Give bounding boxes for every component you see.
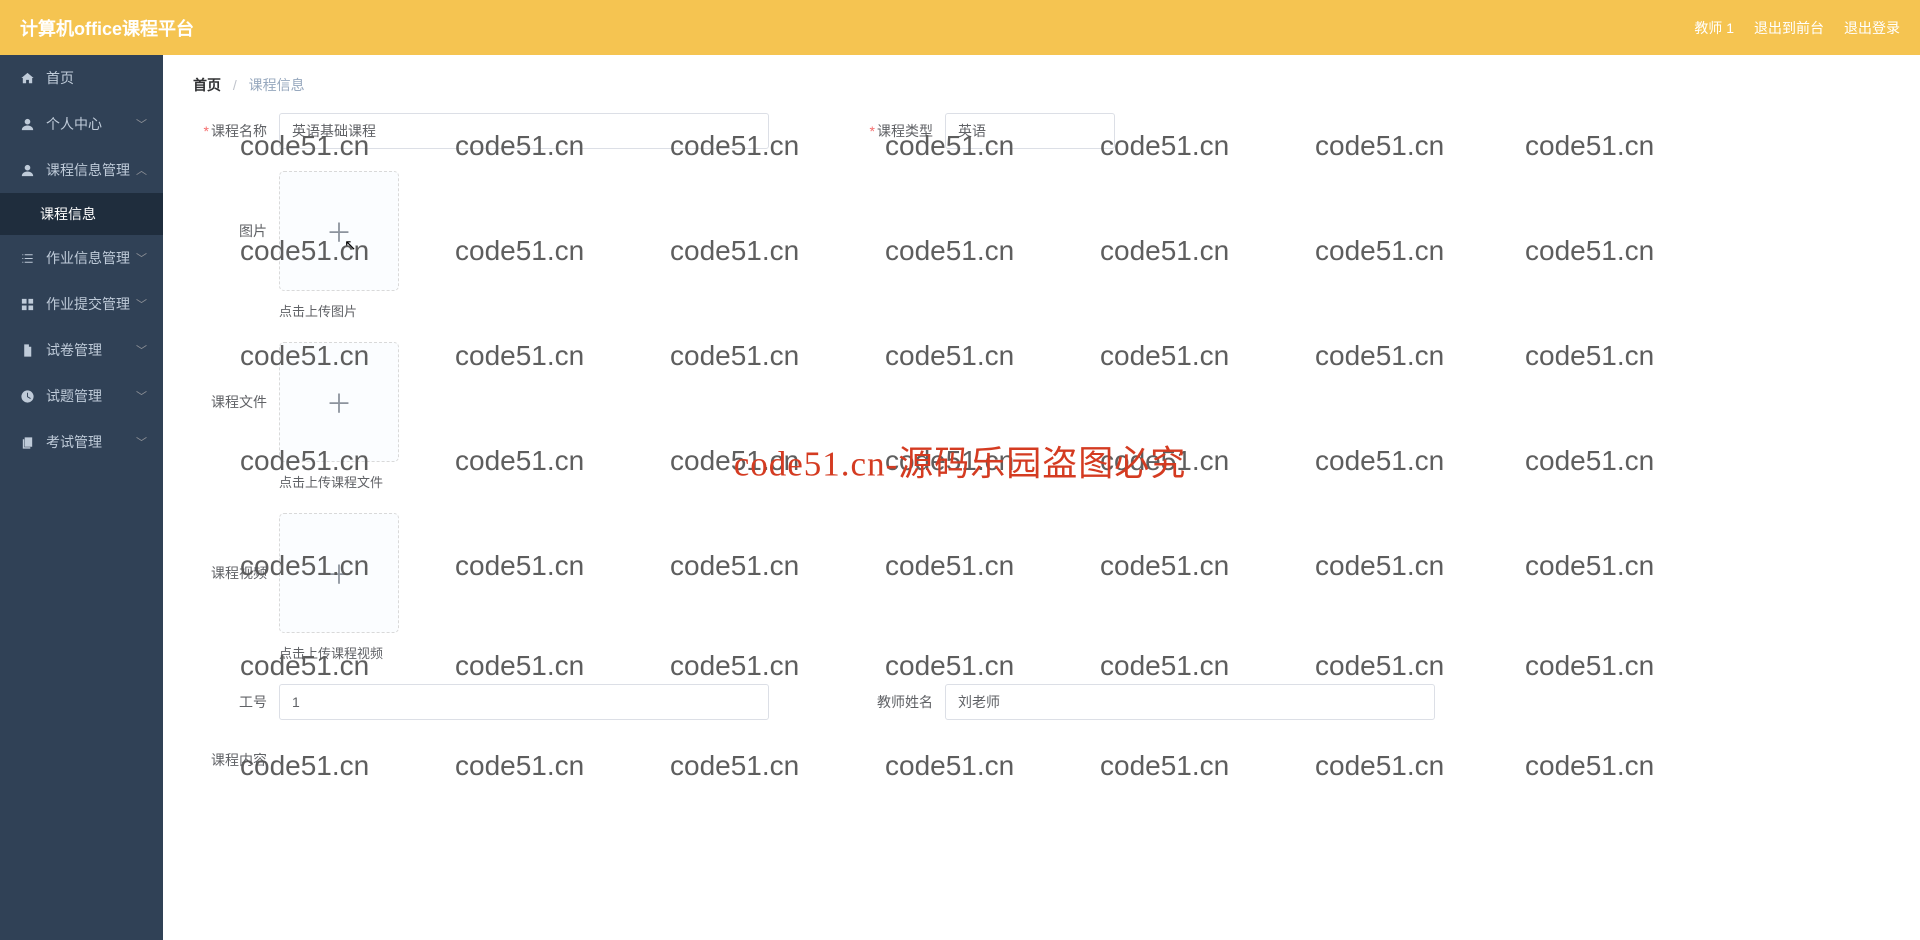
sidebar-item-paper-mgmt[interactable]: 试卷管理 ﹀ (0, 327, 163, 373)
job-no-label: 工号 (193, 684, 279, 720)
logout-link[interactable]: 退出登录 (1844, 18, 1900, 38)
breadcrumb-current: 课程信息 (249, 77, 305, 93)
sidebar-item-label: 试题管理 (46, 386, 102, 406)
sidebar-item-label: 课程信息管理 (46, 160, 130, 180)
clock-icon (18, 387, 36, 405)
sidebar: 首页 个人中心 ﹀ 课程信息管理 ︿ 课程信息 作业信息管理 ﹀ 作业提交管理 … (0, 55, 163, 940)
exit-to-front-link[interactable]: 退出到前台 (1754, 18, 1824, 38)
sidebar-item-homework-mgmt[interactable]: 作业信息管理 ﹀ (0, 235, 163, 281)
course-video-upload-box[interactable]: ＋ (279, 513, 399, 633)
image-upload-box[interactable]: ＋ ↖ (279, 171, 399, 291)
sidebar-item-label: 作业提交管理 (46, 294, 130, 314)
sidebar-item-course-mgmt[interactable]: 课程信息管理 ︿ (0, 147, 163, 193)
job-no-input[interactable] (279, 684, 769, 720)
breadcrumb: 首页 / 课程信息 (163, 55, 1920, 113)
sidebar-item-label: 个人中心 (46, 114, 102, 134)
course-video-upload-hint: 点击上传课程视频 (279, 643, 399, 662)
chevron-down-icon: ﹀ (136, 250, 147, 266)
user-label[interactable]: 教师 1 (1694, 18, 1734, 38)
teacher-input[interactable] (945, 684, 1435, 720)
chevron-down-icon: ﹀ (136, 342, 147, 358)
grid-icon (18, 295, 36, 313)
course-type-input[interactable] (945, 113, 1115, 149)
chevron-down-icon: ﹀ (136, 296, 147, 312)
plus-icon: ＋ (326, 213, 352, 250)
form-item-course-video: 课程视频 ＋ 点击上传课程视频 (193, 513, 399, 662)
document-icon (18, 341, 36, 359)
list-icon (18, 249, 36, 267)
image-label: 图片 (193, 171, 279, 291)
sidebar-item-label: 作业信息管理 (46, 248, 130, 268)
form-area: 课程名称 课程类型 图片 ＋ ↖ (163, 113, 1920, 840)
image-upload-hint: 点击上传图片 (279, 301, 399, 320)
top-header: 计算机office课程平台 教师 1 退出到前台 退出登录 (0, 0, 1920, 55)
form-item-course-file: 课程文件 ＋ 点击上传课程文件 (193, 342, 399, 491)
course-name-input[interactable] (279, 113, 769, 149)
chevron-down-icon: ﹀ (136, 116, 147, 132)
sidebar-subitem-course-info[interactable]: 课程信息 (0, 193, 163, 235)
sidebar-item-question-mgmt[interactable]: 试题管理 ﹀ (0, 373, 163, 419)
form-item-course-type: 课程类型 (859, 113, 1115, 149)
form-item-job-no: 工号 (193, 684, 769, 720)
user-icon (18, 161, 36, 179)
copy-icon (18, 433, 36, 451)
course-type-label: 课程类型 (859, 113, 945, 149)
course-video-label: 课程视频 (193, 513, 279, 633)
sidebar-item-exam-mgmt[interactable]: 考试管理 ﹀ (0, 419, 163, 465)
chevron-down-icon: ﹀ (136, 434, 147, 450)
user-icon (18, 115, 36, 133)
course-file-label: 课程文件 (193, 342, 279, 462)
plus-icon: ＋ (326, 384, 352, 421)
course-file-upload-hint: 点击上传课程文件 (279, 472, 399, 491)
chevron-down-icon: ﹀ (136, 388, 147, 404)
form-item-teacher: 教师姓名 (859, 684, 1435, 720)
sidebar-item-homework-submit[interactable]: 作业提交管理 ﹀ (0, 281, 163, 327)
sidebar-item-label: 首页 (46, 68, 74, 88)
breadcrumb-root[interactable]: 首页 (193, 77, 221, 93)
home-icon (18, 69, 36, 87)
sidebar-item-label: 课程信息 (40, 204, 96, 224)
chevron-up-icon: ︿ (136, 162, 147, 178)
breadcrumb-separator: / (233, 77, 237, 93)
teacher-label: 教师姓名 (859, 684, 945, 720)
sidebar-item-label: 考试管理 (46, 432, 102, 452)
sidebar-item-home[interactable]: 首页 (0, 55, 163, 101)
sidebar-item-personal[interactable]: 个人中心 ﹀ (0, 101, 163, 147)
course-file-upload-box[interactable]: ＋ (279, 342, 399, 462)
header-right: 教师 1 退出到前台 退出登录 (1694, 18, 1900, 38)
plus-icon: ＋ (326, 555, 352, 592)
form-item-course-content: 课程内容 (193, 742, 279, 778)
sidebar-item-label: 试卷管理 (46, 340, 102, 360)
course-name-label: 课程名称 (193, 113, 279, 149)
main-content: 首页 / 课程信息 课程名称 课程类型 图片 (163, 55, 1920, 940)
course-content-label: 课程内容 (193, 742, 279, 778)
form-item-image: 图片 ＋ ↖ 点击上传图片 (193, 171, 399, 320)
form-item-course-name: 课程名称 (193, 113, 769, 149)
app-title: 计算机office课程平台 (20, 15, 194, 41)
